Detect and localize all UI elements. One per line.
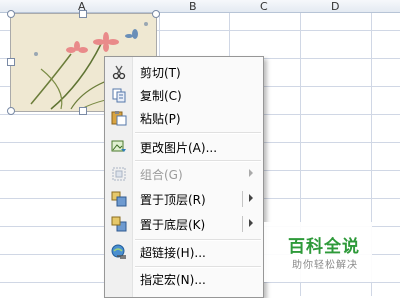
menu-item-label: 置于顶层(R) bbox=[140, 193, 206, 207]
menu-item-change-picture[interactable]: 更改图片(A)... bbox=[105, 136, 263, 158]
menu-item-label: 更改图片(A)... bbox=[140, 141, 218, 155]
menu-item-send-to-back[interactable]: 置于底层(K) bbox=[105, 213, 263, 235]
menu-item-paste[interactable]: 粘贴(P) bbox=[105, 107, 263, 129]
menu-item-label: 复制(C) bbox=[140, 89, 182, 103]
context-menu: 剪切(T) 复制(C) 粘贴(P) 更改图片(A)... 组合(G) 置于顶层(… bbox=[104, 56, 264, 298]
bring-to-front-icon bbox=[111, 191, 127, 207]
menu-item-copy[interactable]: 复制(C) bbox=[105, 84, 263, 106]
menu-item-label: 置于底层(K) bbox=[140, 218, 206, 232]
menu-item-label: 组合(G) bbox=[140, 168, 183, 182]
watermark-tagline: 助你轻松解决 bbox=[292, 260, 358, 271]
split-divider bbox=[242, 216, 243, 232]
resize-handle-top-left[interactable] bbox=[7, 10, 15, 18]
split-divider bbox=[242, 191, 243, 207]
paste-icon bbox=[111, 111, 127, 126]
submenu-arrow-icon bbox=[249, 169, 253, 177]
menu-item-label: 剪切(T) bbox=[140, 66, 181, 80]
column-header-b[interactable]: B bbox=[189, 0, 197, 13]
scissors-icon bbox=[112, 65, 126, 80]
submenu-arrow-icon[interactable] bbox=[249, 219, 253, 227]
change-picture-icon bbox=[111, 140, 126, 152]
watermark-logo: 百科全说 助你轻松解决 bbox=[264, 222, 372, 282]
resize-handle-bottom[interactable] bbox=[79, 107, 87, 115]
menu-item-group[interactable]: 组合(G) bbox=[105, 163, 263, 185]
resize-handle-bottom-left[interactable] bbox=[7, 107, 15, 115]
menu-item-cut[interactable]: 剪切(T) bbox=[105, 61, 263, 83]
menu-item-assign-macro[interactable]: 指定宏(N)... bbox=[105, 268, 263, 290]
menu-separator bbox=[135, 132, 261, 134]
menu-item-hyperlink[interactable]: 超链接(H)... bbox=[105, 241, 263, 263]
column-header-bar: A B C D bbox=[0, 0, 400, 13]
column-header-d[interactable]: D bbox=[331, 0, 339, 13]
send-to-back-icon bbox=[111, 216, 127, 232]
menu-item-bring-to-front[interactable]: 置于顶层(R) bbox=[105, 188, 263, 210]
group-icon bbox=[112, 167, 126, 181]
menu-item-label: 粘贴(P) bbox=[140, 112, 181, 126]
resize-handle-top-right[interactable] bbox=[152, 10, 160, 18]
resize-handle-top[interactable] bbox=[79, 10, 87, 18]
watermark-title: 百科全说 bbox=[288, 237, 360, 257]
menu-item-label: 指定宏(N)... bbox=[140, 273, 206, 287]
copy-icon bbox=[112, 88, 126, 103]
submenu-arrow-icon[interactable] bbox=[249, 194, 253, 202]
hyperlink-icon bbox=[111, 244, 126, 259]
menu-item-label: 超链接(H)... bbox=[140, 246, 206, 260]
resize-handle-left[interactable] bbox=[7, 58, 15, 66]
menu-separator bbox=[135, 160, 261, 162]
column-header-c[interactable]: C bbox=[260, 0, 268, 13]
